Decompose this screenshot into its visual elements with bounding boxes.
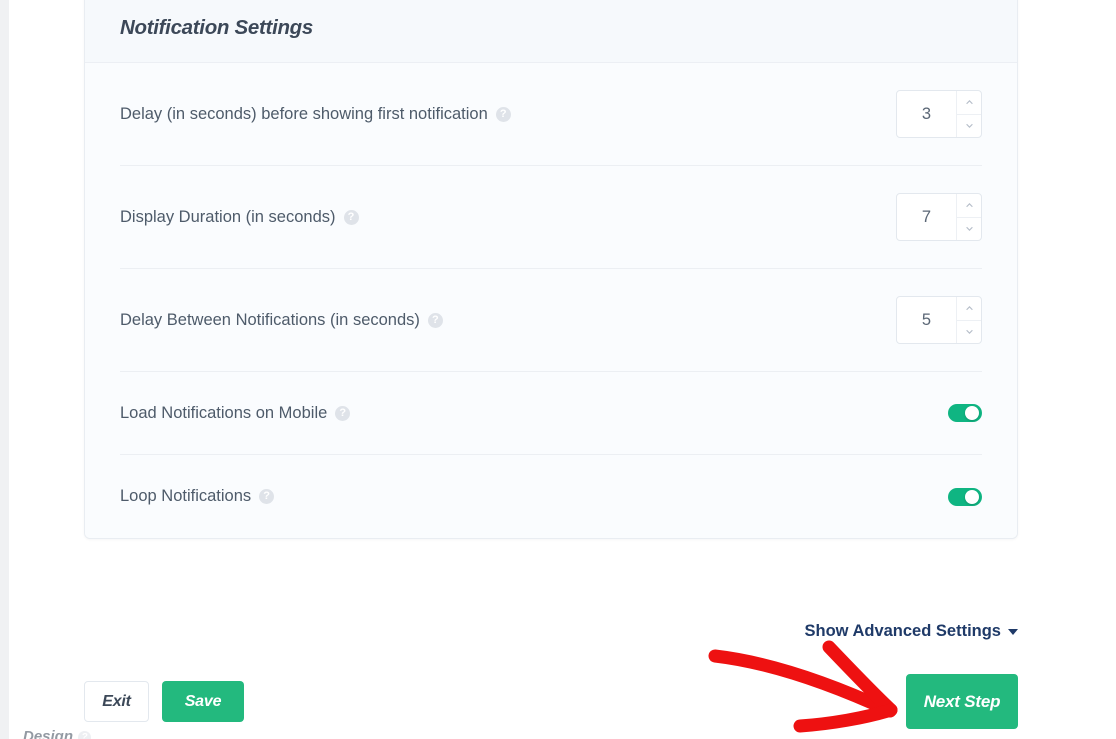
setting-row-between-delay: Delay Between Notifications (in seconds)… [120,269,982,372]
setting-label-load-on-mobile: Load Notifications on Mobile [120,403,328,422]
next-step-button[interactable]: Next Step [906,674,1018,729]
red-arrow-annotation-icon [707,638,927,734]
setting-row-first-delay: Delay (in seconds) before showing first … [120,63,982,166]
toggle-knob [965,406,979,420]
chevron-up-icon[interactable] [957,194,981,218]
page-title: Notification Settings [120,15,314,39]
display-duration-spinner[interactable] [956,194,981,240]
first-delay-number-field[interactable] [896,90,982,138]
cutoff-label: Design [23,728,74,739]
help-circle-icon[interactable]: ? [343,209,359,225]
loop-notifications-toggle[interactable] [948,487,982,506]
between-delay-spinner[interactable] [956,297,981,343]
setting-label-between-delay: Delay Between Notifications (in seconds) [120,310,420,329]
panel-header: Notification Settings [85,0,1017,63]
chevron-down-icon[interactable] [957,115,981,138]
setting-row-display-duration: Display Duration (in seconds) ? [120,166,982,269]
caret-down-icon [1008,628,1018,635]
show-advanced-settings-label: Show Advanced Settings [804,622,1001,640]
help-circle-icon[interactable]: ? [259,489,275,504]
setting-label-first-delay: Delay (in seconds) before showing first … [120,104,488,123]
chevron-down-icon[interactable] [957,321,981,344]
page-stage: Notification Settings Delay (in seconds)… [9,0,1116,739]
help-circle-icon: ? [78,730,92,739]
show-advanced-settings-link[interactable]: Show Advanced Settings [804,622,1018,641]
display-duration-number-field[interactable] [896,193,982,241]
setting-label-loop-notifications: Loop Notifications [120,487,252,505]
load-on-mobile-toggle[interactable] [948,404,982,422]
first-delay-spinner[interactable] [956,91,981,137]
exit-button[interactable]: Exit [84,681,149,722]
toggle-knob [965,489,979,504]
chevron-up-icon[interactable] [957,91,981,115]
save-button[interactable]: Save [162,681,244,722]
notification-settings-panel: Notification Settings Delay (in seconds)… [84,0,1018,539]
help-circle-icon[interactable]: ? [427,312,443,328]
left-gutter [0,0,9,739]
first-delay-input[interactable] [897,91,956,137]
between-delay-number-field[interactable] [896,296,982,344]
setting-row-loop-notifications: Loop Notifications ? [120,455,982,538]
chevron-up-icon[interactable] [957,297,981,321]
panel-body: Delay (in seconds) before showing first … [85,63,1017,538]
help-circle-icon[interactable]: ? [495,106,511,122]
setting-label-group: Delay (in seconds) before showing first … [120,105,511,124]
setting-label-group: Load Notifications on Mobile ? [120,403,351,423]
setting-label-group: Delay Between Notifications (in seconds)… [120,311,443,330]
help-circle-icon[interactable]: ? [335,405,351,421]
cutoff-bottom-text: Design? [23,728,92,739]
display-duration-input[interactable] [897,194,956,240]
chevron-down-icon[interactable] [957,218,981,241]
setting-label-group: Display Duration (in seconds) ? [120,208,359,227]
setting-label-group: Loop Notifications ? [120,487,275,506]
setting-label-display-duration: Display Duration (in seconds) [120,207,336,226]
setting-row-load-on-mobile: Load Notifications on Mobile ? [120,372,982,455]
between-delay-input[interactable] [897,297,956,343]
